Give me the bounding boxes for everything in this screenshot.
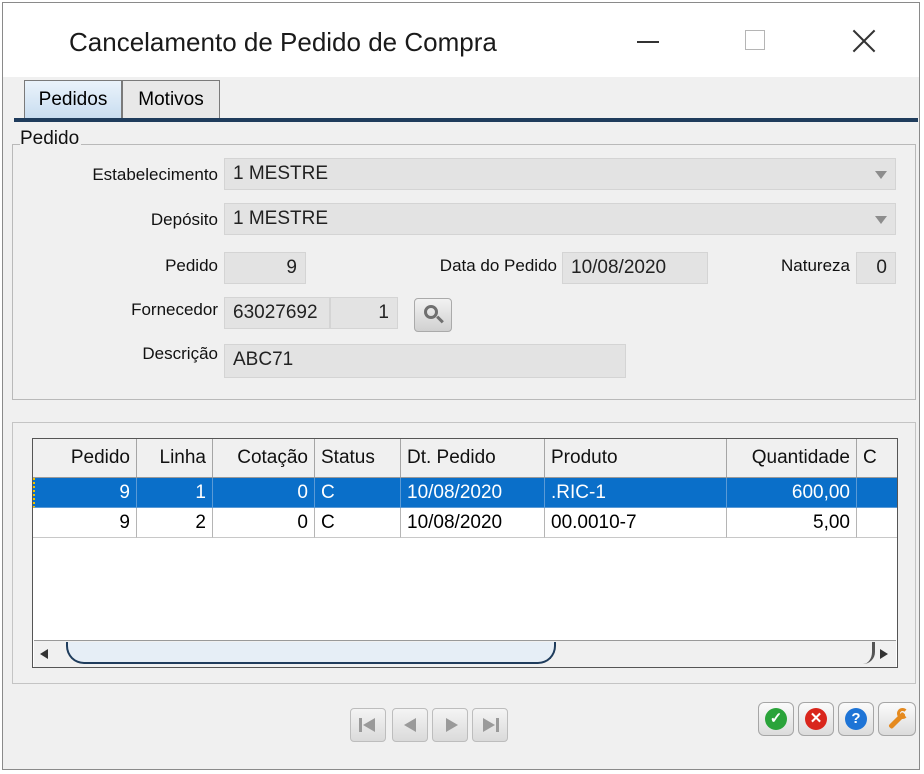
next-record-button[interactable] bbox=[432, 708, 468, 742]
cancel-button[interactable]: ✕ bbox=[798, 702, 834, 736]
window-title: Cancelamento de Pedido de Compra bbox=[69, 27, 497, 57]
estabelecimento-value: 1 MESTRE bbox=[233, 163, 329, 184]
fornecedor-label: Fornecedor bbox=[131, 300, 218, 319]
grid-header: Pedido Linha Cotação Status Dt. Pedido P… bbox=[33, 439, 897, 478]
data-pedido-label: Data do Pedido bbox=[439, 256, 557, 275]
natureza-label: Natureza bbox=[781, 256, 850, 275]
cell-dt-pedido: 10/08/2020 bbox=[401, 478, 545, 508]
confirm-button[interactable]: ✓ bbox=[758, 702, 794, 736]
group-title: Pedido bbox=[20, 128, 82, 150]
estabelecimento-label: Estabelecimento bbox=[92, 165, 218, 184]
pedido-field[interactable]: 9 bbox=[224, 252, 306, 284]
first-icon-arrow bbox=[363, 718, 375, 732]
fornecedor-branch-field[interactable]: 1 bbox=[330, 297, 398, 329]
horizontal-scrollbar[interactable] bbox=[34, 640, 896, 667]
descricao-field[interactable]: ABC71 bbox=[224, 344, 626, 378]
col-cotacao[interactable]: Cotação bbox=[213, 439, 315, 477]
close-button[interactable] bbox=[835, 19, 891, 63]
chevron-down-icon bbox=[875, 216, 887, 224]
col-status[interactable]: Status bbox=[315, 439, 401, 477]
cell-pedido: 9 bbox=[33, 508, 137, 538]
prev-icon bbox=[404, 718, 416, 732]
title-bar: Cancelamento de Pedido de Compra bbox=[3, 3, 919, 77]
cell-linha: 1 bbox=[137, 478, 213, 508]
table-row[interactable]: 9 1 0 C 10/08/2020 .RIC-1 600,00 bbox=[33, 478, 897, 508]
deposito-label: Depósito bbox=[150, 210, 218, 229]
table-row[interactable]: 9 2 0 C 10/08/2020 00.0010-7 5,00 bbox=[33, 508, 897, 538]
cell-dt-pedido: 10/08/2020 bbox=[401, 508, 545, 538]
cell-cotacao: 0 bbox=[213, 508, 315, 538]
cell-produto: .RIC-1 bbox=[545, 478, 727, 508]
prev-record-button[interactable] bbox=[392, 708, 428, 742]
cell-linha: 2 bbox=[137, 508, 213, 538]
tab-underline bbox=[14, 118, 918, 122]
col-produto[interactable]: Produto bbox=[545, 439, 727, 477]
cell-quantidade: 5,00 bbox=[727, 508, 857, 538]
tab-motivos[interactable]: Motivos bbox=[122, 80, 220, 118]
help-icon: ? bbox=[845, 708, 867, 730]
confirm-icon: ✓ bbox=[765, 708, 787, 730]
cell-c bbox=[857, 508, 897, 538]
maximize-button[interactable] bbox=[727, 19, 783, 63]
col-c[interactable]: C bbox=[857, 439, 897, 477]
cell-status: C bbox=[315, 508, 401, 538]
scroll-track-end bbox=[862, 642, 875, 664]
cancel-icon: ✕ bbox=[805, 708, 827, 730]
minimize-button[interactable] bbox=[619, 19, 675, 63]
data-pedido-field[interactable]: 10/08/2020 bbox=[562, 252, 708, 284]
last-record-button[interactable] bbox=[472, 708, 508, 742]
col-dt-pedido[interactable]: Dt. Pedido bbox=[401, 439, 545, 477]
deposito-select[interactable]: 1 MESTRE bbox=[224, 203, 896, 235]
chevron-down-icon bbox=[875, 171, 887, 179]
help-button[interactable]: ? bbox=[838, 702, 874, 736]
cell-pedido: 9 bbox=[33, 478, 137, 508]
col-quantidade[interactable]: Quantidade bbox=[727, 439, 857, 477]
descricao-label: Descrição bbox=[142, 344, 218, 363]
first-icon bbox=[359, 718, 362, 732]
cell-quantidade: 600,00 bbox=[727, 478, 857, 508]
natureza-field[interactable]: 0 bbox=[856, 252, 896, 284]
cell-cotacao: 0 bbox=[213, 478, 315, 508]
last-icon-bar bbox=[496, 718, 499, 732]
estabelecimento-select[interactable]: 1 MESTRE bbox=[224, 158, 896, 190]
col-linha[interactable]: Linha bbox=[137, 439, 213, 477]
fornecedor-search-button[interactable] bbox=[414, 298, 452, 332]
first-record-button[interactable] bbox=[350, 708, 386, 742]
search-icon-handle bbox=[436, 315, 444, 324]
tools-button[interactable] bbox=[878, 702, 916, 736]
col-pedido[interactable]: Pedido bbox=[33, 439, 137, 477]
last-icon bbox=[483, 718, 495, 732]
deposito-value: 1 MESTRE bbox=[233, 208, 329, 229]
cell-c bbox=[857, 478, 897, 508]
scroll-left-icon[interactable] bbox=[40, 649, 48, 659]
next-icon bbox=[446, 718, 458, 732]
cell-produto: 00.0010-7 bbox=[545, 508, 727, 538]
pedidos-grid[interactable]: Pedido Linha Cotação Status Dt. Pedido P… bbox=[32, 438, 898, 668]
fornecedor-code-field[interactable]: 63027692 bbox=[224, 297, 330, 329]
scroll-right-icon[interactable] bbox=[880, 649, 888, 659]
cell-status: C bbox=[315, 478, 401, 508]
wrench-icon-head bbox=[897, 708, 908, 719]
scroll-thumb[interactable] bbox=[66, 642, 556, 664]
tab-pedidos[interactable]: Pedidos bbox=[24, 80, 122, 118]
pedido-label: Pedido bbox=[165, 256, 218, 275]
